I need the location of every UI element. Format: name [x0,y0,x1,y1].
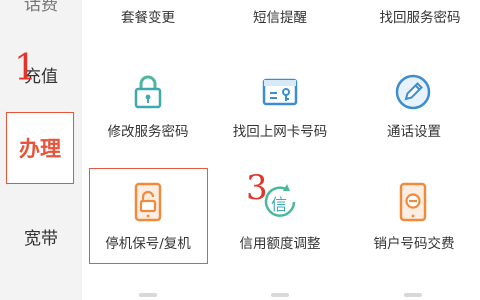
category-sidebar: 话费 充值 办理 宽带 [0,0,82,300]
phone-minus-icon[interactable] [393,182,433,222]
service-call-settings-label[interactable]: 通话设置 [334,120,480,140]
sidebar-item-handle[interactable]: 办理 [6,112,74,184]
credit-badge: 信 [271,195,288,214]
service-sms-reminder[interactable]: 短信提醒 [200,6,360,26]
service-recover-password[interactable]: 找回服务密码 [340,6,480,26]
lock-icon[interactable] [128,72,168,112]
annotation-3: 3 [246,168,268,208]
sidebar-item-recharge[interactable]: 充值 [0,62,82,87]
pencil-icon[interactable] [393,72,433,112]
card-key-icon[interactable] [260,72,300,112]
sidebar-item-handle-label: 办理 [19,137,61,161]
phone-unlock-icon[interactable] [128,182,168,222]
service-cancelled-number-payment-label[interactable]: 销户号码交费 [334,232,480,252]
annotation-1: 1 [14,48,37,89]
